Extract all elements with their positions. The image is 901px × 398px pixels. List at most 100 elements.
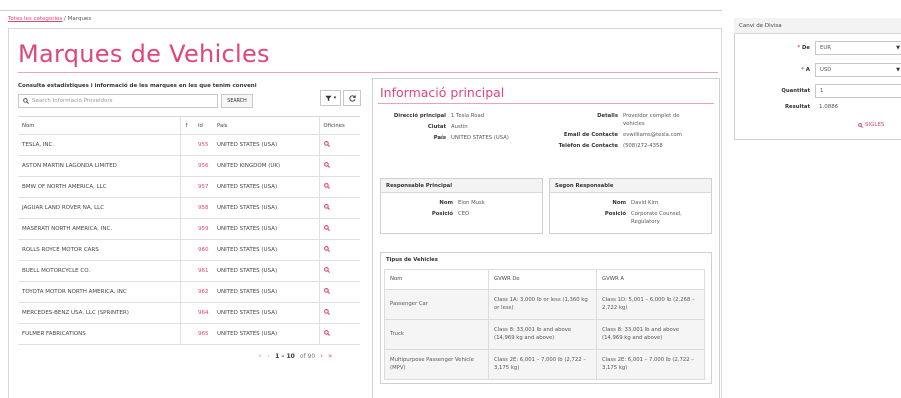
search-icon[interactable] — [323, 288, 330, 294]
brand-name: BUELL MOTORCYCLE CO. — [18, 260, 180, 282]
chevron-down-icon: ▼ — [896, 45, 900, 51]
table-row[interactable]: BMW OF NORTH AMERICA, LLC 957 UNITED STATE… — [18, 176, 360, 198]
offices-cell — [318, 302, 360, 324]
column-header-name[interactable]: Nom — [18, 116, 180, 135]
breadcrumb-root-link[interactable]: Totes les categories — [8, 16, 62, 22]
info-country-value: UNITED STATES (USA) — [451, 135, 509, 141]
filter-button[interactable]: ▾ — [320, 90, 341, 106]
breadcrumb-current: Marques — [67, 16, 92, 22]
primary-name-row: Nom Elon Musk — [381, 199, 542, 207]
search-icon[interactable] — [323, 330, 330, 336]
search-placeholder: Search Informació Proveïdors — [32, 98, 113, 104]
vehicle-types-header: Tipus de Vehicles — [381, 253, 711, 267]
currency-abbreviations-link[interactable]: SIGLES — [858, 122, 884, 128]
search-icon[interactable] — [323, 183, 330, 189]
table-row[interactable]: ASTON MARTIN LAGONDA LIMITED 956 UNITED KI… — [18, 155, 360, 177]
brand-country: UNITED STATES (USA) — [213, 218, 319, 240]
brands-table: Nom ↑ Id País Oficines TESLA, INC. 955 UNI… — [18, 116, 360, 345]
currency-to-select[interactable]: USD ▼ — [815, 63, 901, 77]
currency-from-value: EUR — [820, 45, 831, 51]
search-icon — [23, 98, 29, 104]
prev-page-icon[interactable]: ‹ — [267, 352, 270, 360]
secondary-position-row: Posició Corporate Counsel, Regulatory — [550, 210, 711, 226]
currency-panel-header: Canvi de Divisa — [734, 18, 901, 34]
brand-name: JAGUAR LAND ROVER NA, LLC — [18, 197, 180, 219]
breadcrumb: Totes les categories / Marques — [8, 16, 91, 22]
detail-divider — [378, 103, 714, 104]
currency-to-row: * A USD ▼ — [770, 63, 901, 77]
brand-id: 965 — [194, 323, 213, 345]
sort-spacer — [179, 260, 194, 282]
currency-from-label: * De — [797, 45, 810, 51]
brand-country: UNITED KINGDOM (UK) — [213, 155, 319, 177]
brand-name: TESLA, INC. — [18, 134, 180, 156]
detail-left-info: Direcció principal 1 Tesla Road Ciutat Aus… — [380, 112, 509, 142]
vtype-name: Truck — [384, 319, 489, 350]
info-details-row: Detalls Proveïdor complet de vehicles — [530, 112, 698, 128]
info-city-label: Ciutat — [427, 124, 446, 130]
next-page-icon[interactable]: › — [320, 352, 323, 360]
info-country-row: País UNITED STATES (USA) — [380, 134, 509, 142]
search-icon[interactable] — [323, 246, 330, 252]
search-icon — [858, 122, 863, 128]
search-icon[interactable] — [323, 225, 330, 231]
info-email-row: Email de Contacte evwilliams@tesla.com — [530, 131, 698, 139]
search-icon[interactable] — [323, 309, 330, 315]
brand-name: FULMER FABRICATIONS — [18, 323, 180, 345]
table-row[interactable]: MASERATI NORTH AMERICA, INC. 959 UNITED ST… — [18, 218, 360, 240]
vtype-gvwr-to: Class 1D: 5,001 – 6,000 lb (2,268 – 2,72… — [596, 289, 705, 320]
table-row[interactable]: FULMER FABRICATIONS 965 UNITED STATES (USA… — [18, 323, 360, 345]
primary-position-row: Posició CEO — [381, 210, 542, 218]
currency-from-row: * De EUR ▼ — [770, 41, 901, 55]
pager-range: 1 – 10 — [275, 352, 295, 360]
info-city-row: Ciutat Austin — [380, 123, 509, 131]
vehicle-types-table: Nom GVWR De GVWR A Passenger Car Class 1A… — [384, 269, 705, 380]
brand-name: MERCEDES-BENZ USA, LLC (SPRINTER) — [18, 302, 180, 324]
info-phone-label: Telèfon de Contacte — [558, 143, 618, 149]
column-header-country[interactable]: País — [213, 116, 319, 135]
brand-country: UNITED STATES (USA) — [213, 302, 319, 324]
currency-from-select[interactable]: EUR ▼ — [815, 41, 901, 55]
table-row[interactable]: TESLA, INC. 955 UNITED STATES (USA) — [18, 134, 360, 156]
brand-name: TOYOTA MOTOR NORTH AMERICA, INC — [18, 281, 180, 303]
table-row[interactable]: BUELL MOTORCYCLE CO. 961 UNITED STATES (US… — [18, 260, 360, 282]
vtype-gvwr-to: Class 8: 33,001 lb and above (14,969 kg … — [596, 319, 705, 350]
primary-position-label: Posició — [431, 211, 453, 217]
brand-id: 962 — [194, 281, 213, 303]
search-icon[interactable] — [323, 204, 330, 210]
table-row[interactable]: JAGUAR LAND ROVER NA, LLC 958 UNITED STATE… — [18, 197, 360, 219]
search-input[interactable]: Search Informació Proveïdors — [18, 94, 218, 108]
info-email-value[interactable]: evwilliams@tesla.com — [618, 131, 682, 139]
vtype-gvwr-from: Class 1A: 3,000 lb or less (1,360 kg or … — [488, 289, 597, 320]
brand-id: 960 — [194, 239, 213, 261]
refresh-button[interactable] — [343, 90, 361, 106]
table-row[interactable]: ROLLS ROYCE MOTOR CARS 960 UNITED STATES (… — [18, 239, 360, 261]
info-phone-row: Telèfon de Contacte (508)272-4358 — [530, 142, 698, 150]
search-icon[interactable] — [323, 267, 330, 273]
info-address-row: Direcció principal 1 Tesla Road — [380, 112, 509, 120]
table-row[interactable]: MERCEDES-BENZ USA, LLC (SPRINTER) 964 UNIT… — [18, 302, 360, 324]
secondary-position-value: Corporate Counsel, Regulatory — [631, 211, 682, 225]
vtype-column-gvwr-from: GVWR De — [488, 269, 597, 290]
brands-table-body: TESLA, INC. 955 UNITED STATES (USA) ASTON M… — [18, 134, 360, 345]
search-button[interactable]: SEARCH — [221, 94, 253, 108]
brand-country: UNITED STATES (USA) — [213, 176, 319, 198]
vtype-gvwr-from: Class 8: 33,001 lb and above (14,969 kg … — [488, 319, 597, 350]
brand-name: MASERATI NORTH AMERICA, INC. — [18, 218, 180, 240]
quantity-input[interactable]: 1 — [815, 84, 901, 98]
search-icon[interactable] — [323, 162, 330, 168]
detail-right-info: Detalls Proveïdor complet de vehicles Ema… — [530, 112, 698, 150]
search-icon[interactable] — [323, 141, 330, 147]
first-page-icon[interactable]: « — [258, 352, 262, 360]
last-page-icon[interactable]: » — [328, 352, 332, 360]
vtype-name: Multipurpose Passenger Vehicle (MPV) — [384, 349, 489, 380]
vtype-name: Passenger Car — [384, 289, 489, 320]
column-header-id[interactable]: Id — [194, 116, 213, 135]
sort-arrow-icon[interactable]: ↑ — [179, 116, 194, 135]
brand-id: 958 — [194, 197, 213, 219]
offices-cell — [318, 197, 360, 219]
table-row: Multipurpose Passenger Vehicle (MPV) Clas… — [384, 349, 705, 380]
table-row[interactable]: TOYOTA MOTOR NORTH AMERICA, INC 962 UNITED… — [18, 281, 360, 303]
brand-country: UNITED STATES (USA) — [213, 323, 319, 345]
currency-result-label: Resultat — [784, 104, 810, 110]
